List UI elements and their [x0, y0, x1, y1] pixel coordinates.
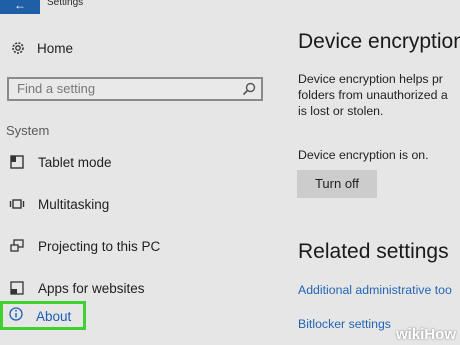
- gear-icon: [8, 38, 28, 58]
- sidebar-item-projecting[interactable]: Projecting to this PC: [8, 235, 160, 257]
- sidebar-item-label: About: [36, 308, 72, 324]
- sidebar: Home Find a setting System Tablet mode M…: [0, 14, 278, 345]
- additional-admin-tools-link[interactable]: Additional administrative too: [298, 283, 452, 297]
- back-arrow-icon: ←: [14, 0, 26, 12]
- page-title: Device encryption: [298, 30, 460, 53]
- sidebar-item-about[interactable]: About: [8, 306, 71, 326]
- sidebar-item-multitasking[interactable]: Multitasking: [8, 193, 109, 215]
- related-settings-title: Related settings: [298, 240, 449, 263]
- info-icon: [8, 306, 24, 327]
- description-line: is lost or stolen.: [298, 104, 384, 118]
- projecting-icon: [8, 237, 26, 255]
- window-title: Settings: [47, 0, 84, 8]
- sidebar-item-label: Home: [37, 40, 74, 56]
- apps-for-websites-icon: [8, 279, 26, 297]
- turn-off-button[interactable]: Turn off: [297, 170, 377, 198]
- search-placeholder: Find a setting: [17, 81, 96, 96]
- sidebar-item-apps-for-websites[interactable]: Apps for websites: [8, 277, 145, 299]
- search-input[interactable]: Find a setting: [7, 77, 263, 101]
- multitasking-icon: [8, 195, 26, 213]
- bitlocker-settings-link[interactable]: Bitlocker settings: [298, 317, 391, 331]
- description: Device encryption helps pr folders from …: [298, 71, 460, 119]
- description-line: Device encryption helps pr: [298, 72, 443, 86]
- section-label: System: [6, 123, 50, 138]
- sidebar-item-label: Multitasking: [38, 196, 110, 212]
- watermark-logo: wikiHow: [395, 326, 456, 343]
- search-icon[interactable]: [241, 81, 257, 97]
- sidebar-item-label: Tablet mode: [38, 154, 112, 170]
- sidebar-item-label: Projecting to this PC: [38, 238, 161, 254]
- back-button[interactable]: ←: [0, 0, 40, 14]
- main-panel: Device encryption Device encryption help…: [278, 0, 460, 345]
- encryption-status: Device encryption is on.: [298, 148, 429, 162]
- sidebar-item-tablet-mode[interactable]: Tablet mode: [8, 151, 112, 173]
- sidebar-item-label: Apps for websites: [38, 280, 145, 296]
- description-line: folders from unauthorized a: [298, 88, 448, 102]
- sidebar-item-home[interactable]: Home: [8, 38, 73, 58]
- tablet-mode-icon: [8, 153, 26, 171]
